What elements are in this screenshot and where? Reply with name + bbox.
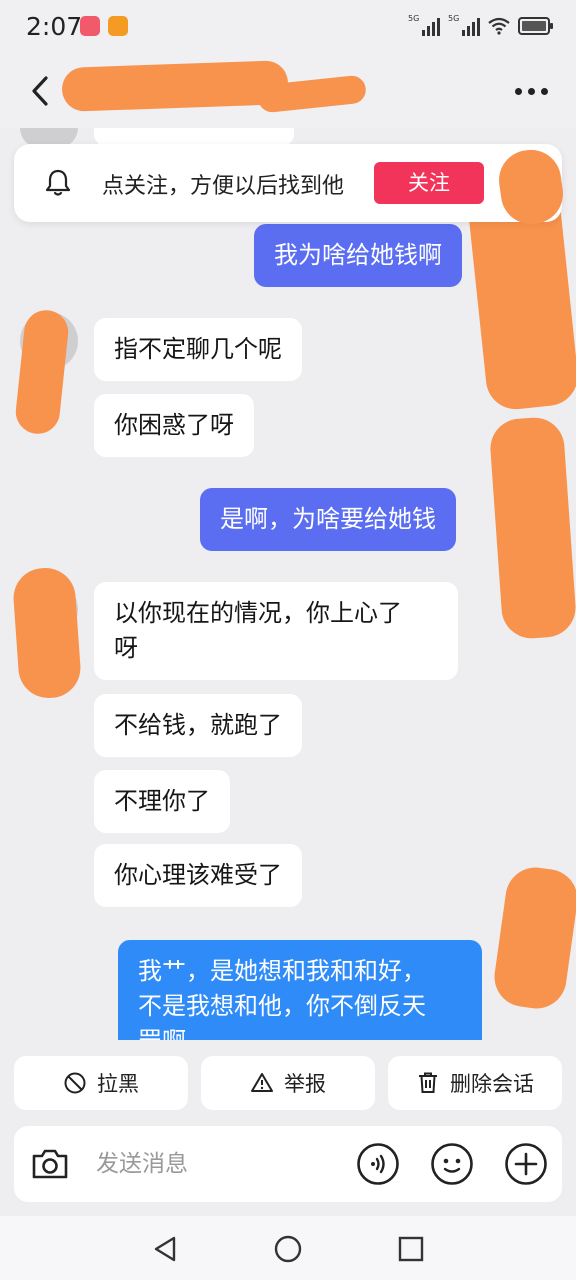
message-bubble-incoming[interactable]: 不给钱，就跑了 [94,694,302,757]
message-bubble-incoming[interactable]: 你心理该难受了 [94,844,302,907]
wifi-icon [488,17,510,35]
report-button[interactable]: 举报 [201,1056,375,1110]
camera-icon[interactable] [28,1142,72,1186]
redaction-mark [61,60,289,112]
message-bubble-incoming[interactable]: 指不定聊几个呢 [94,318,302,381]
redaction-mark [490,863,576,1013]
message-bubble-outgoing[interactable]: 我艹，是她想和我和和好， 不是我想和他，你不倒反天 罡啊 [118,940,482,1040]
battery-icon [518,17,553,35]
emoji-icon[interactable] [430,1142,474,1186]
block-icon [64,1072,86,1094]
message-input-bar [14,1126,562,1202]
back-arrow-icon[interactable] [26,74,56,108]
warning-icon [251,1073,273,1092]
signal-icon: 5G [408,14,440,36]
block-label: 拉黑 [97,1072,139,1096]
message-bubble-incoming[interactable]: 你困惑了呀 [94,394,254,457]
delete-label: 删除会话 [450,1072,534,1096]
nav-home-icon[interactable] [273,1234,303,1264]
delete-conversation-button[interactable]: 删除会话 [388,1056,562,1110]
message-bubble-outgoing[interactable]: 是啊，为啥要给她钱 [200,488,456,551]
chat-list[interactable]: 我为啥给她钱啊 指不定聊几个呢 你困惑了呀 是啊，为啥要给她钱 以你现在的情况，… [0,128,576,1040]
redaction-mark [11,565,83,701]
system-nav-bar [0,1216,576,1280]
redaction-mark [488,415,576,641]
plus-icon[interactable] [504,1142,548,1186]
message-bubble-incoming[interactable]: 不理你了 [94,770,230,833]
block-button[interactable]: 拉黑 [14,1056,188,1110]
chat-header: 愈 [0,54,576,128]
nav-recents-icon[interactable] [396,1234,426,1264]
message-bubble-outgoing[interactable]: 我为啥给她钱啊 [254,224,462,287]
status-time: 2:07 [26,12,83,41]
follow-button[interactable]: 关注 [374,162,484,204]
follow-banner: 点关注，方便以后找到他 关注 [14,144,562,222]
follow-prompt-text: 点关注，方便以后找到他 [102,174,345,199]
report-label: 举报 [284,1072,326,1096]
status-indicators: 5G 5G [408,14,553,36]
more-options-icon[interactable] [515,88,548,95]
notification-app-icon [80,16,100,36]
message-input[interactable] [96,1146,336,1182]
notification-app-icon [108,16,128,36]
message-bubble-incoming[interactable]: 以你现在的情况，你上心了 呀 [94,582,458,680]
trash-icon [419,1072,437,1093]
nav-back-icon[interactable] [150,1234,180,1264]
signal-icon: 5G [448,14,480,36]
bell-icon [45,169,71,196]
voice-icon[interactable] [356,1142,400,1186]
status-bar: 2:07 5G 5G [0,0,576,54]
chat-action-row: 拉黑 举报 删除会话 [14,1056,562,1112]
